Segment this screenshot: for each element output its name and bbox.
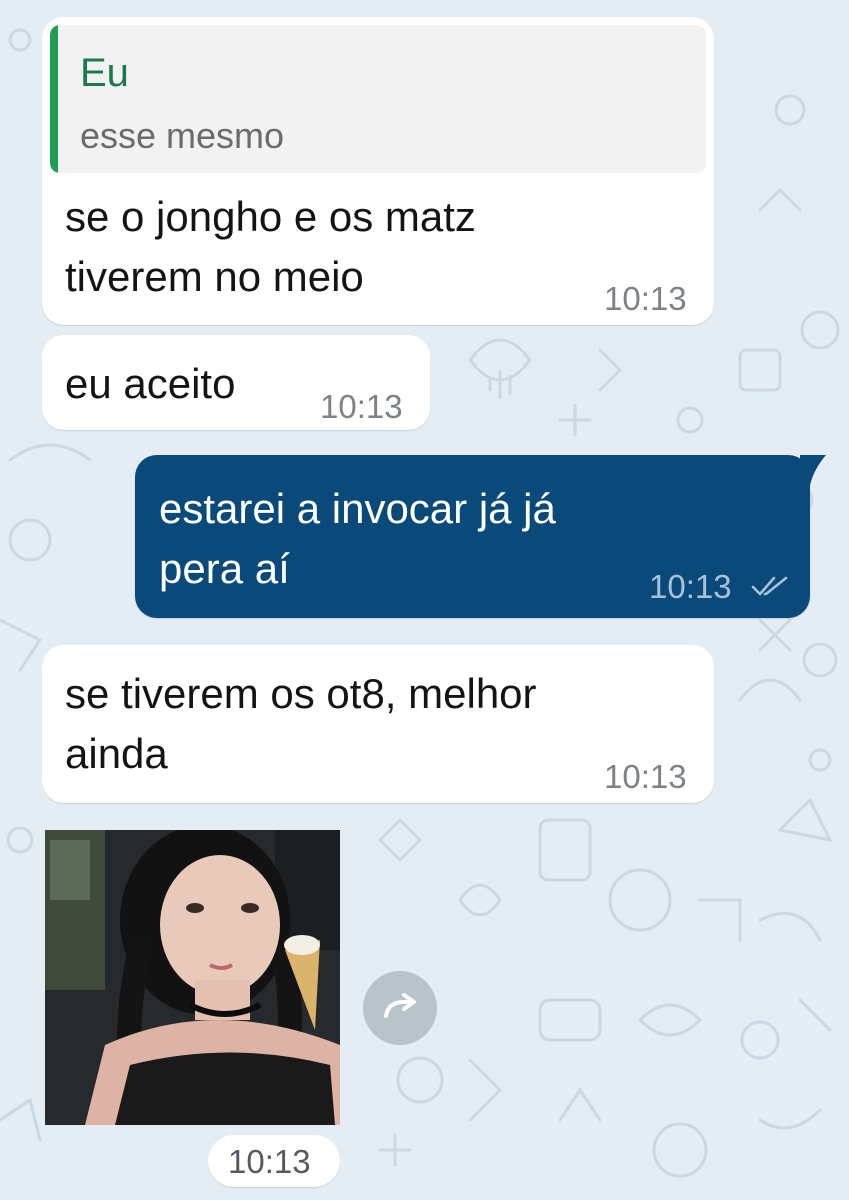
message-text: estarei a invocar já já pera aí xyxy=(159,485,556,592)
reply-author: Eu xyxy=(80,51,129,95)
reply-quote[interactable]: Eu esse mesmo xyxy=(50,25,706,173)
message-time: 10:13 xyxy=(604,758,687,795)
message-time: 10:13 xyxy=(320,388,403,425)
read-double-check-icon xyxy=(751,576,788,596)
outgoing-bubble-tail xyxy=(800,455,826,485)
message-bubble-incoming[interactable]: se tiverem os ot8, melhor ainda 10:13 xyxy=(42,645,714,803)
message-time: 10:13 xyxy=(228,1143,311,1180)
message-text: se tiverem os ot8, melhor ainda xyxy=(65,670,537,777)
photo-thumbnail xyxy=(45,830,340,1125)
forward-button[interactable] xyxy=(363,971,437,1045)
message-text: se o jongho e os matz tiverem no meio xyxy=(65,193,476,300)
reply-accent-bar xyxy=(50,25,58,173)
message-time: 10:13 xyxy=(604,280,687,317)
reply-text: esse mesmo xyxy=(80,115,285,156)
message-bubble-incoming[interactable]: eu aceito 10:13 xyxy=(42,335,430,430)
message-text: eu aceito xyxy=(65,360,236,407)
forward-icon xyxy=(384,993,416,1018)
message-time: 10:13 xyxy=(649,568,732,605)
message-bubble-incoming[interactable]: Eu esse mesmo se o jongho e os matz tive… xyxy=(42,17,714,325)
message-photo[interactable] xyxy=(45,830,340,1125)
photo-time-pill: 10:13 xyxy=(208,1135,340,1187)
message-bubble-outgoing[interactable]: estarei a invocar já já pera aí 10:13 xyxy=(135,455,810,618)
